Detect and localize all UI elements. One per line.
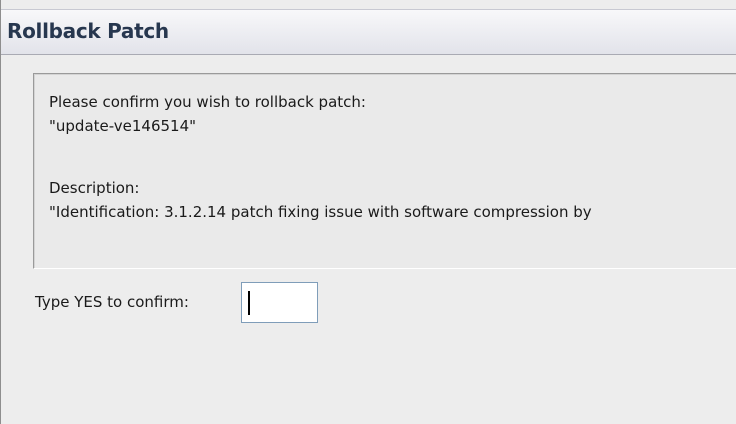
dialog-title: Rollback Patch — [7, 19, 169, 43]
description-text: "Identification: 3.1.2.14 patch fixing i… — [49, 203, 592, 221]
description-label: Description: — [49, 179, 140, 197]
patch-info-panel: Please confirm you wish to rollback patc… — [33, 73, 736, 269]
confirm-input[interactable] — [241, 282, 318, 323]
text-caret — [248, 291, 250, 315]
rollback-patch-dialog: Rollback Patch Please confirm you wish t… — [0, 0, 736, 424]
patch-name-text: "update-ve146514" — [49, 117, 197, 135]
dialog-titlebar: Rollback Patch — [1, 9, 736, 55]
confirm-label: Type YES to confirm: — [35, 293, 189, 311]
confirm-prompt-text: Please confirm you wish to rollback patc… — [49, 93, 366, 111]
